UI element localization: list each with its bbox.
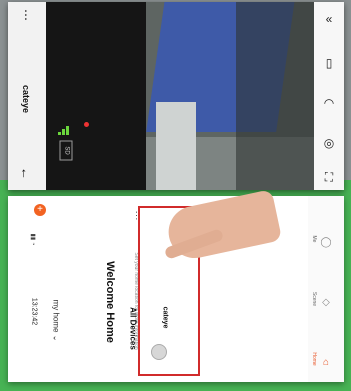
status-time: 13:23:42 bbox=[30, 297, 38, 326]
scene-icon[interactable]: ◇ bbox=[319, 296, 333, 310]
welcome-title: Welcome Home bbox=[104, 261, 116, 343]
intercom-icon[interactable]: ◠ bbox=[320, 94, 338, 112]
bottom-tab-bar: ◯ Me ◇ Scene ⌂ Home bbox=[308, 196, 344, 382]
live-indicator-icon bbox=[84, 122, 89, 127]
video-door bbox=[156, 102, 196, 190]
home-selector[interactable]: my home ⌄ bbox=[52, 291, 61, 351]
add-icon[interactable]: + bbox=[34, 204, 46, 216]
tab-me[interactable]: Me bbox=[311, 225, 317, 253]
stream-info-strip: SD bbox=[46, 2, 146, 190]
camera-device-icon bbox=[151, 344, 167, 360]
section-title: All Devices bbox=[128, 307, 138, 350]
back-arrow-icon[interactable]: ← bbox=[19, 164, 34, 184]
record-icon[interactable]: ▯ bbox=[320, 54, 338, 72]
live-view-header: ⋯ cateye ← bbox=[8, 2, 46, 190]
device-name: cateye bbox=[161, 306, 169, 329]
live-view-title: cateye bbox=[21, 84, 31, 114]
collapse-icon[interactable]: « bbox=[320, 10, 338, 28]
more-icon[interactable]: ⋯ bbox=[19, 5, 33, 25]
sd-badge[interactable]: SD bbox=[59, 140, 73, 161]
tab-home[interactable]: Home bbox=[311, 345, 317, 373]
video-shadow bbox=[236, 2, 314, 190]
status-icons: ▮▮ ◔ bbox=[29, 233, 36, 246]
live-view-screen: ⋯ cateye ← SD « ▯ ◠ ◎ ⛶ bbox=[8, 2, 344, 190]
home-icon[interactable]: ⌂ bbox=[319, 356, 333, 370]
screenshot-icon[interactable]: ◎ bbox=[320, 134, 338, 152]
profile-icon[interactable]: ◯ bbox=[319, 236, 333, 250]
control-bar: « ▯ ◠ ◎ ⛶ bbox=[314, 2, 344, 190]
camera-video-feed[interactable] bbox=[146, 2, 314, 190]
signal-icon bbox=[58, 126, 72, 135]
fullscreen-icon[interactable]: ⛶ bbox=[320, 168, 338, 186]
tab-scene[interactable]: Scene bbox=[311, 285, 317, 313]
